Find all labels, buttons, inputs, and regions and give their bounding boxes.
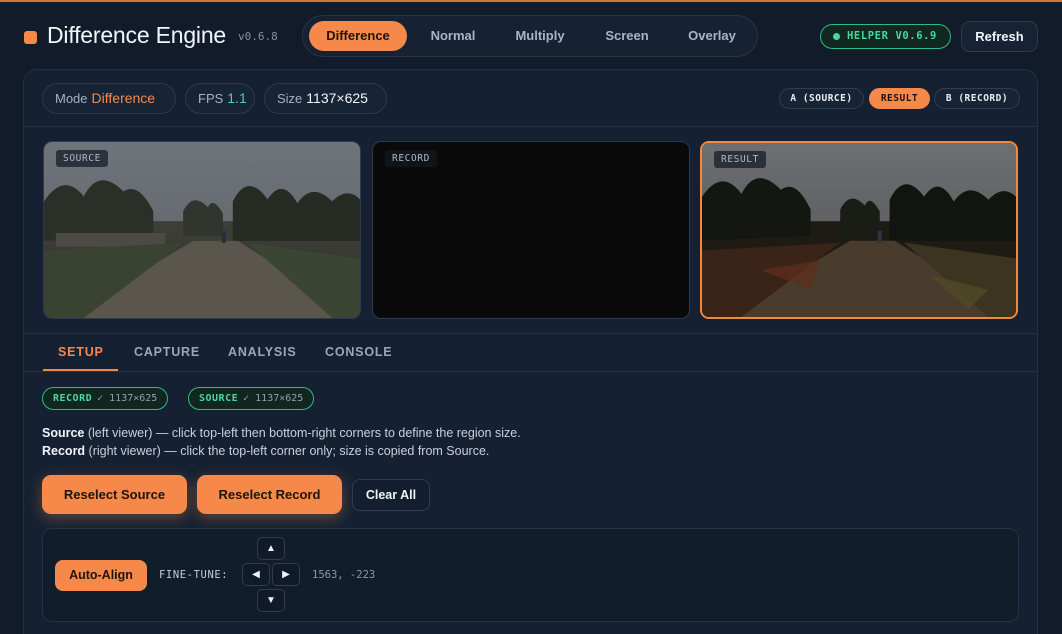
mode-stat: Mode Difference [42,83,176,114]
divider [24,126,1037,127]
view-b-record-button[interactable]: B (RECORD) [934,88,1020,109]
mode-normal-button[interactable]: Normal [415,21,491,51]
clear-all-button[interactable]: Clear All [352,479,430,511]
tab-console[interactable]: CONSOLE [325,345,392,365]
source-status-chip: SOURCE ✓ 1137×625 [188,387,315,410]
result-viewer[interactable]: RESULT [700,141,1018,319]
tab-setup[interactable]: SETUP [58,345,104,365]
size-stat-value: 1137×625 [306,90,368,106]
record-status-chip: RECORD ✓ 1137×625 [42,387,169,410]
record-viewer-label: RECORD [385,150,437,167]
nudge-up-icon[interactable]: ▲ [257,537,285,560]
app-header: Difference Engine v0.6.8 Difference Norm… [0,0,1062,70]
status-dot-icon [833,33,840,40]
help-record-line: Record (right viewer) — click the top-le… [42,444,489,458]
fps-stat-value: 1.1 [227,90,247,106]
main-panel: Mode Difference FPS 1.1 Size 1137×625 A (SO… [23,69,1038,634]
nudge-down-icon[interactable]: ▼ [257,589,285,612]
tab-analysis[interactable]: ANALYSIS [228,345,296,365]
source-scene-image [44,142,360,318]
record-viewer[interactable]: RECORD [372,141,690,319]
help-source-line: Source (left viewer) — click top-left th… [42,426,521,440]
mode-stat-value: Difference [91,90,156,106]
size-stat-label: Size [277,91,303,106]
app-version: v0.6.8 [238,30,278,43]
fps-stat: FPS 1.1 [185,83,255,114]
chip-key: RECORD [53,393,93,404]
refresh-button[interactable]: Refresh [961,21,1038,52]
helper-version-label: HELPER V0.6.9 [847,30,937,42]
source-viewer[interactable]: SOURCE [43,141,361,319]
view-result-button[interactable]: RESULT [869,88,930,109]
mode-screen-button[interactable]: Screen [591,21,663,51]
mode-multiply-button[interactable]: Multiply [501,21,579,51]
help-text: (right viewer) — click the top-left corn… [85,444,490,458]
chip-value: ✓ 1137×625 [243,393,304,404]
divider [24,371,1037,372]
mode-stat-label: Mode [55,91,88,106]
nudge-left-icon[interactable]: ◀ [242,563,270,586]
size-stat: Size 1137×625 [264,83,387,114]
fps-stat-label: FPS [198,91,224,106]
mode-difference-button[interactable]: Difference [309,21,407,51]
alignment-panel: Auto-Align FINE-TUNE: ▲ ◀ ▶ ▼ 1563, -223 [42,528,1019,622]
help-strong: Source [42,426,85,440]
app-title: Difference Engine [47,22,227,48]
offset-coordinates: 1563, -223 [312,569,376,581]
source-viewer-label: SOURCE [56,150,108,167]
view-a-source-button[interactable]: A (SOURCE) [779,88,864,109]
blend-mode-switcher: Difference Normal Multiply Screen Overla… [302,15,758,57]
help-text: (left viewer) — click top-left then bott… [84,426,521,440]
helper-status-badge: HELPER V0.6.9 [820,24,951,49]
help-strong: Record [42,444,86,458]
fine-tune-label: FINE-TUNE: [159,569,229,581]
result-viewer-label: RESULT [714,151,766,168]
divider [24,333,1037,334]
chip-key: SOURCE [199,393,239,404]
chip-value: ✓ 1137×625 [97,393,158,404]
auto-align-button[interactable]: Auto-Align [55,560,147,591]
mode-overlay-button[interactable]: Overlay [675,21,749,51]
reselect-record-button[interactable]: Reselect Record [197,475,342,514]
result-scene-image [702,143,1016,317]
nudge-right-icon[interactable]: ▶ [272,563,300,586]
tab-capture[interactable]: CAPTURE [134,345,200,365]
brand-logo-icon [24,31,37,44]
reselect-source-button[interactable]: Reselect Source [42,475,187,514]
